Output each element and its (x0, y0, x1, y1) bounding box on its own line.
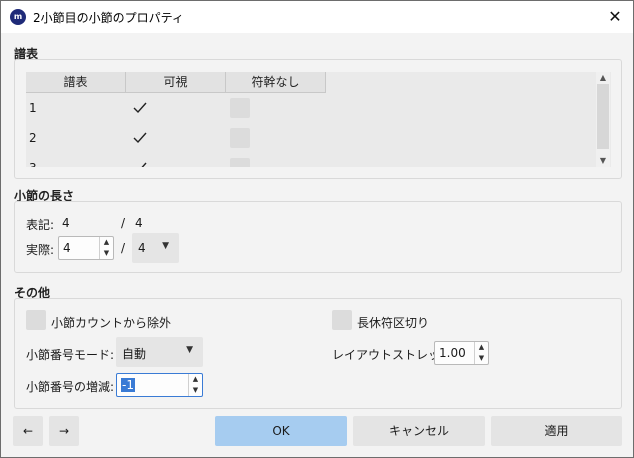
visible-checkbox[interactable] (130, 128, 150, 148)
number-mode-label: 小節番号モード: (26, 348, 115, 362)
table-row: 1 (26, 93, 596, 123)
exclude-count-label[interactable]: 小節カウントから除外 (51, 314, 171, 331)
staff-number: 1 (29, 101, 37, 115)
title-bar: m 2小節目の小節のプロパティ ✕ (1, 1, 633, 33)
actual-numerator-value: 4 (63, 241, 71, 255)
stemless-checkbox[interactable] (230, 128, 250, 148)
musescore-app-icon: m (10, 9, 26, 25)
nominal-label: 表記: (26, 218, 55, 232)
nominal-slash: / (121, 216, 126, 230)
staves-table: 譜表 可視 符幹なし 1 2 3 (26, 72, 611, 167)
previous-measure-button[interactable]: ← (13, 416, 43, 446)
staff-number: 3 (29, 161, 37, 167)
spin-arrows[interactable]: ▲ ▼ (188, 374, 202, 396)
spin-up-icon[interactable]: ▲ (475, 342, 488, 353)
exclude-count-checkbox[interactable] (26, 310, 46, 330)
spin-up-icon[interactable]: ▲ (100, 237, 113, 248)
spin-arrows[interactable]: ▲ ▼ (474, 342, 488, 364)
actual-numerator-spinbox[interactable]: 4 ▲ ▼ (58, 236, 114, 260)
checkmark-icon (141, 162, 147, 167)
actual-slash: / (121, 241, 126, 255)
table-header: 譜表 可視 符幹なし (26, 72, 326, 93)
nominal-numerator: 4 (62, 216, 70, 230)
scroll-down-icon[interactable]: ▼ (596, 155, 610, 167)
staff-number: 2 (29, 131, 37, 145)
number-offset-label: 小節番号の増減: (26, 380, 115, 394)
mmrest-break-label[interactable]: 長休符区切り (357, 314, 429, 331)
table-row: 2 (26, 123, 596, 153)
chevron-down-icon: ▼ (162, 241, 169, 251)
number-offset-value: -1 (121, 378, 135, 392)
window-title: 2小節目の小節のプロパティ (33, 11, 184, 25)
arrow-left-icon: ← (22, 424, 34, 438)
visible-checkbox[interactable] (130, 158, 150, 167)
number-offset-spinbox[interactable]: -1 ▲ ▼ (116, 373, 203, 397)
arrow-right-icon: → (58, 424, 70, 438)
nominal-denominator: 4 (135, 216, 143, 230)
table-row: 3 (26, 153, 596, 167)
stemless-checkbox[interactable] (230, 98, 250, 118)
spin-up-icon[interactable]: ▲ (189, 374, 202, 385)
next-measure-button[interactable]: → (49, 416, 79, 446)
spin-down-icon[interactable]: ▼ (100, 248, 113, 259)
spin-down-icon[interactable]: ▼ (475, 353, 488, 364)
actual-label: 実際: (26, 243, 55, 257)
ok-button[interactable]: OK (215, 416, 347, 446)
apply-button[interactable]: 適用 (491, 416, 622, 446)
mmrest-break-checkbox[interactable] (332, 310, 352, 330)
table-scrollbar[interactable]: ▲ ▼ (596, 72, 610, 167)
close-icon: ✕ (608, 7, 622, 26)
stemless-checkbox[interactable] (230, 158, 250, 167)
layout-stretch-value: 1.00 (439, 346, 466, 360)
chevron-down-icon: ▼ (186, 345, 193, 355)
checkmark-icon (133, 132, 147, 144)
column-header-stemless[interactable]: 符幹なし (226, 72, 326, 93)
visible-checkbox[interactable] (130, 98, 150, 118)
spin-arrows[interactable]: ▲ ▼ (99, 237, 113, 259)
actual-denominator-dropdown[interactable]: 4 ▼ (132, 233, 179, 263)
scroll-up-icon[interactable]: ▲ (596, 72, 610, 84)
close-button[interactable]: ✕ (601, 3, 629, 31)
number-mode-dropdown[interactable]: 自動 ▼ (116, 337, 203, 367)
actual-denominator-value: 4 (138, 241, 146, 255)
cancel-button[interactable]: キャンセル (353, 416, 485, 446)
scroll-thumb[interactable] (597, 84, 609, 149)
column-header-visible[interactable]: 可視 (126, 72, 226, 93)
column-header-staff[interactable]: 譜表 (26, 72, 126, 93)
number-mode-value: 自動 (122, 347, 147, 361)
spin-down-icon[interactable]: ▼ (189, 385, 202, 396)
checkmark-icon (133, 102, 147, 114)
layout-stretch-spinbox[interactable]: 1.00 ▲ ▼ (434, 341, 489, 365)
properties-dialog: m 2小節目の小節のプロパティ ✕ 譜表 譜表 可視 符幹なし 1 2 3 (0, 0, 634, 458)
number-offset-value-wrap: -1 (121, 378, 135, 392)
